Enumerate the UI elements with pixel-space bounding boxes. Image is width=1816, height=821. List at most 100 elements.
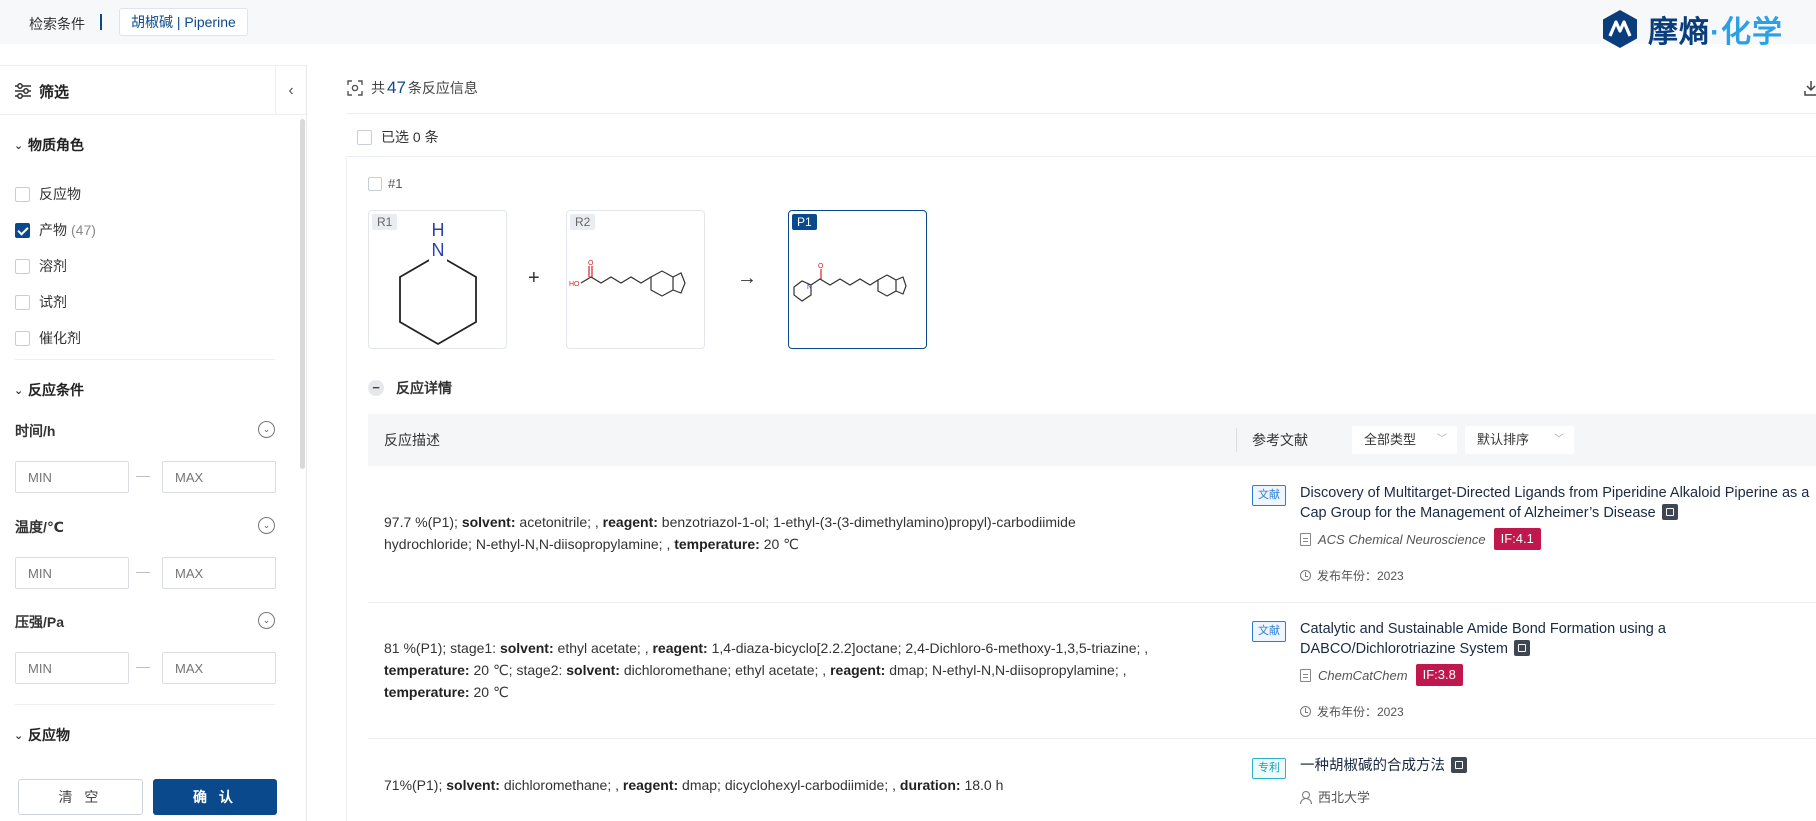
scan-icon: [347, 80, 363, 96]
confirm-button[interactable]: 确 认: [153, 779, 277, 815]
clock-icon: [1300, 570, 1311, 581]
journal-info: ChemCatChem IF:3.8: [1300, 664, 1463, 686]
result-count: 47: [387, 78, 406, 97]
time-min-input[interactable]: [15, 461, 129, 493]
expand-circle-icon[interactable]: ⌄: [258, 421, 275, 438]
divider: [15, 704, 275, 705]
download-icon[interactable]: [1804, 80, 1816, 96]
chevron-down-icon: ﹀: [1554, 434, 1564, 445]
section-reactant[interactable]: ⌄ 反应物: [14, 725, 70, 745]
chevron-down-icon: ⌄: [14, 730, 24, 742]
svg-text:N: N: [432, 240, 445, 260]
svg-text:H: H: [432, 220, 445, 240]
sidebar-header: 筛选 ‹: [0, 66, 306, 115]
checkbox[interactable]: [15, 258, 30, 274]
param-temperature-label: 温度/℃: [15, 519, 64, 535]
collapse-sidebar-button[interactable]: ‹: [275, 66, 306, 115]
brand-logo[interactable]: 摩熵·化学: [1600, 6, 1783, 52]
checkbox[interactable]: [15, 294, 30, 310]
reference-title-link[interactable]: Catalytic and Sustainable Amide Bond For…: [1300, 619, 1720, 659]
patent-owner: 西北大学: [1300, 787, 1370, 806]
external-link-icon[interactable]: [1451, 757, 1467, 773]
reference-entry: 文献 Catalytic and Sustainable Amide Bond …: [1252, 619, 1812, 729]
product-count: (47): [71, 222, 96, 238]
filter-sidebar: 筛选 ‹ ⌄ 物质角色 反应物 产物 (47) 溶剂 试剂 催化剂 ⌄ 反应条件 时间…: [0, 65, 307, 821]
pressure-max-input[interactable]: [162, 652, 276, 684]
sort-select[interactable]: 默认排序 ﹀: [1465, 426, 1574, 454]
reaction-id-row[interactable]: #1: [368, 176, 402, 191]
external-link-icon[interactable]: [1513, 640, 1530, 656]
patent-badge: 专利: [1252, 758, 1286, 779]
top-bar: 检索条件 胡椒碱 | Piperine 摩熵·化学: [0, 0, 1816, 49]
impact-factor-badge: IF:3.8: [1415, 664, 1463, 686]
reference-title-link[interactable]: Discovery of Multitarget-Directed Ligand…: [1300, 483, 1812, 523]
reaction-description: 81 %(P1); stage1: solvent: ethyl acetate…: [384, 640, 1149, 700]
role-option-reagent[interactable]: 试剂: [15, 292, 67, 312]
breadcrumb-separator: [100, 14, 102, 30]
table-row: 71%(P1); solvent: dichloromethane; , rea…: [368, 740, 1816, 821]
pressure-min-input[interactable]: [15, 652, 129, 684]
molecule-tag: R1: [372, 214, 398, 230]
table-row: 97.7 %(P1); solvent: acetonitrile; , rea…: [368, 467, 1816, 603]
reactant-structure-r1[interactable]: H N R1: [368, 210, 507, 349]
chevron-left-icon: ‹: [288, 81, 294, 99]
column-description: 反应描述: [384, 432, 440, 448]
column-divider: [1236, 428, 1237, 452]
reaction-table-header: 反应描述 参考文献 全部类型 ﹀ 默认排序 ﹀: [368, 414, 1816, 466]
svg-text:HO: HO: [569, 281, 580, 288]
checkbox[interactable]: [15, 186, 30, 202]
search-criteria-label: 检索条件: [29, 16, 85, 32]
reference-title-link[interactable]: 一种胡椒碱的合成方法: [1300, 756, 1812, 776]
divider: [15, 359, 275, 360]
role-option-product[interactable]: 产物 (47): [15, 220, 96, 240]
reactant-structure-r2[interactable]: HO O R2: [566, 210, 705, 349]
select-all-checkbox[interactable]: [357, 129, 372, 145]
filter-sliders-icon: [15, 83, 31, 99]
reaction-checkbox[interactable]: [368, 176, 382, 191]
sidebar-scrollbar[interactable]: [300, 119, 305, 469]
selected-count-text: 已选 0 条: [381, 129, 439, 145]
role-option-catalyst[interactable]: 催化剂: [15, 328, 81, 348]
temperature-min-input[interactable]: [15, 557, 129, 589]
select-all-row[interactable]: 已选 0 条: [357, 127, 439, 147]
expand-circle-icon[interactable]: ⌄: [258, 612, 275, 629]
checkbox-checked[interactable]: [15, 222, 30, 238]
expand-circle-icon[interactable]: ⌄: [258, 517, 275, 534]
time-max-input[interactable]: [162, 461, 276, 493]
piperine-structure-icon: N O: [793, 263, 907, 302]
molecule-tag: R2: [570, 214, 596, 230]
document-icon: [1300, 532, 1311, 546]
type-filter-select[interactable]: 全部类型 ﹀: [1352, 426, 1457, 454]
literature-badge: 文献: [1252, 485, 1286, 506]
plus-sign: +: [528, 267, 540, 289]
section-reaction-conditions[interactable]: ⌄ 反应条件: [14, 380, 84, 400]
document-icon: [1300, 668, 1311, 682]
product-structure-p1[interactable]: N O P1: [788, 210, 927, 349]
clock-icon: [1300, 706, 1311, 717]
svg-text:N: N: [807, 284, 812, 291]
checkbox[interactable]: [15, 330, 30, 346]
column-references: 参考文献: [1252, 432, 1308, 448]
section-substance-role[interactable]: ⌄ 物质角色: [14, 135, 84, 155]
search-query-tag[interactable]: 胡椒碱 | Piperine: [119, 8, 248, 36]
divider: [346, 113, 1816, 114]
reference-entry: 文献 Discovery of Multitarget-Directed Lig…: [1252, 483, 1812, 593]
brand-mark-icon: [1603, 10, 1637, 48]
clear-button[interactable]: 清 空: [18, 779, 143, 815]
external-link-icon[interactable]: [1661, 504, 1678, 520]
role-option-solvent[interactable]: 溶剂: [15, 256, 67, 276]
result-count-bar: 共 47 条反应信息: [347, 78, 478, 98]
table-row: 81 %(P1); stage1: solvent: ethyl acetate…: [368, 604, 1816, 739]
reference-entry: 专利 一种胡椒碱的合成方法 西北大学: [1252, 756, 1812, 816]
role-option-reactant[interactable]: 反应物: [15, 184, 81, 204]
impact-factor-badge: IF:4.1: [1493, 528, 1541, 550]
reaction-details-toggle[interactable]: − 反应详情: [368, 378, 452, 398]
person-icon: [1300, 790, 1312, 804]
piperidine-structure-icon: H N: [399, 220, 477, 346]
publish-year: 发布年份：2023: [1300, 703, 1404, 720]
temperature-max-input[interactable]: [162, 557, 276, 589]
range-dash: —: [136, 467, 150, 483]
reaction-id: #1: [388, 176, 403, 191]
collapse-minus-icon: −: [368, 380, 384, 396]
chevron-down-icon: ﹀: [1437, 434, 1447, 445]
